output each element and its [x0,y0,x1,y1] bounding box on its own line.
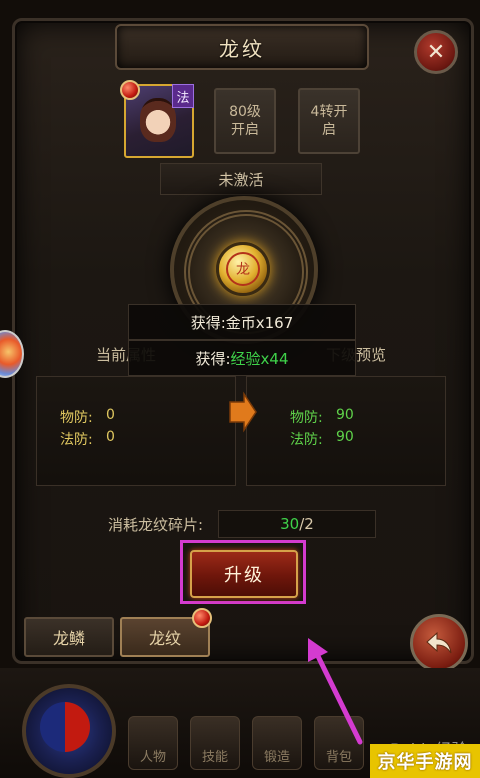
tab-dragon-scale[interactable]: 龙鳞 [24,617,114,657]
menu-skills[interactable]: 技能 [190,716,240,770]
next-stat-value: 90 [336,407,354,423]
toast-prefix: 获得: [190,313,226,332]
cost-label: 消耗龙纹碎片: [108,516,204,534]
class-tag: 法 [172,84,194,108]
next-stat-label: 法防: [290,432,323,448]
next-stat-value: 90 [336,429,354,445]
red-notice-dot [120,80,140,100]
main-orb[interactable] [22,684,116,778]
locked-slot-2[interactable]: 4转开 启 [298,88,360,154]
back-button[interactable] [410,614,468,672]
activation-status: 未激活 [160,163,322,195]
current-stat-label: 物防: [60,410,93,426]
back-arrow-icon [426,631,452,654]
current-stat-value: 0 [106,429,115,445]
current-stat-value: 0 [106,407,115,423]
cost-box: 30/2 [218,510,376,538]
status-text: 未激活 [218,170,264,189]
next-stat-label: 物防: [290,410,323,426]
reward-toast-gold: 获得: 金币x167 [128,304,356,340]
reward-toast-exp: 获得: 经验x44 [128,340,356,376]
watermark-logo: 京华手游网 [370,744,480,778]
toast-value: 金币x167 [225,313,294,332]
menu-character[interactable]: 人物 [128,716,178,770]
pointer-arrow-annotation [308,638,363,745]
hero-portrait[interactable]: 法 [120,80,194,158]
current-stat-label: 法防: [60,432,93,448]
hero-face-image [140,98,176,142]
yin-yang-icon [40,702,90,752]
cost-need: /2 [299,515,314,533]
toast-prefix: 获得: [195,349,231,368]
upgrade-button[interactable]: 升级 [190,550,298,598]
close-button[interactable]: ✕ [414,30,458,74]
cost-have: 30 [280,515,300,533]
right-arrow-icon [229,391,257,433]
title-bar: 龙纹 [115,24,369,70]
red-notice-dot [192,608,212,628]
menu-forge[interactable]: 锻造 [252,716,302,770]
close-icon: ✕ [426,39,446,65]
coin-emblem: 龙 [226,252,260,286]
coin-icon[interactable]: 龙 [216,242,270,296]
page-title: 龙纹 [219,36,265,61]
locked-slot-1[interactable]: 80级 开启 [214,88,276,154]
toast-value: 经验x44 [230,349,289,368]
